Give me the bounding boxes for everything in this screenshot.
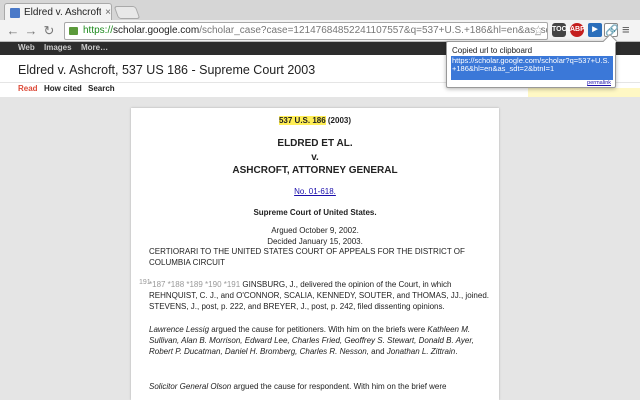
counsel-last-name: Jonathan L. Zittrain [386, 347, 456, 356]
close-icon[interactable]: × [105, 7, 111, 18]
tab-eldred[interactable]: Eldred v. Ashcroft, 537 × [4, 3, 112, 21]
lock-icon [69, 27, 78, 35]
popup-title: Copied url to clipboard [452, 46, 533, 55]
new-tab-button[interactable] [113, 6, 141, 19]
browser-toolbar: ← → ↻ https://scholar.google.com/scholar… [0, 20, 640, 42]
adblock-icon[interactable]: ABP [570, 23, 585, 37]
popup-url-field[interactable]: https://scholar.google.com/scholar?q=537… [451, 56, 613, 80]
respondent-counsel-name: Solicitor General Olson [149, 382, 232, 391]
subnav-read[interactable]: Read [18, 84, 38, 93]
respondent-counsel-text: argued the cause for respondent. With hi… [231, 382, 447, 391]
counsel-and: and [368, 347, 387, 356]
counsel-respondent-paragraph: Solicitor General Olson argued the cause… [149, 381, 489, 392]
extension-blue-icon[interactable]: ▶ [588, 23, 602, 37]
tab-title: Eldred v. Ashcroft, 537 [24, 7, 102, 18]
counsel-end: . [455, 347, 458, 356]
gbar-more-link[interactable]: More… [81, 43, 108, 52]
party-respondent: ASHCROFT, ATTORNEY GENERAL [232, 165, 398, 176]
gbar-web-link[interactable]: Web [18, 43, 35, 52]
gbar-images-link[interactable]: Images [44, 43, 72, 52]
citation-highlight: 537 U.S. 186 [278, 116, 326, 125]
back-icon[interactable]: ← [6, 23, 20, 39]
party-versus: v. [311, 152, 319, 163]
case-citation: 537 U.S. 186 (2003) [131, 116, 499, 125]
party-petitioner: ELDRED ET AL. [277, 138, 353, 149]
extension-tools-icon[interactable]: TOOL [552, 23, 571, 37]
counsel-petitioners-paragraph: Lawrence Lessig argued the cause for pet… [149, 324, 489, 357]
copied-url-popup: Copied url to clipboard https://scholar.… [446, 33, 618, 88]
subnav-search[interactable]: Search [88, 84, 115, 93]
docket-link[interactable]: No. 01-618. [131, 187, 499, 196]
star-page-numbers: *187 *188 *189 *190 *191 [149, 280, 241, 289]
tab-strip: Eldred v. Ashcroft, 537 × [0, 0, 640, 21]
scholar-favicon-icon [10, 7, 20, 18]
opinion-paragraph: *187 *188 *189 *190 *191 GINSBURG, J., d… [149, 279, 489, 312]
page-title: Eldred v. Ashcroft, 537 US 186 - Supreme… [18, 63, 316, 77]
reload-icon[interactable]: ↻ [42, 23, 56, 39]
argued-date: Argued October 9, 2002. [271, 226, 359, 235]
url-path: /scholar_case?case=12147684852241107557&… [199, 25, 548, 36]
permalink-link[interactable]: permalink [587, 80, 611, 86]
counsel-text: argued the cause for petitioners. With h… [209, 325, 428, 334]
decided-date: Decided January 15, 2003. [267, 237, 363, 246]
bookmark-star-icon[interactable]: ☆ [533, 23, 544, 37]
counsel-name: Lawrence Lessig [149, 325, 210, 334]
court-name: Supreme Court of United States. [253, 208, 377, 217]
menu-icon[interactable]: ≡ [622, 22, 630, 37]
url-scheme: https:// [83, 25, 114, 36]
certiorari-text: CERTIORARI TO THE UNITED STATES COURT OF… [149, 247, 465, 267]
forward-icon[interactable]: → [24, 23, 38, 39]
address-bar[interactable]: https://scholar.google.com/scholar_case?… [64, 22, 548, 40]
subnav-how-cited[interactable]: How cited [44, 84, 82, 93]
url-host: scholar.google.com [113, 25, 200, 36]
citation-year: (2003) [325, 116, 352, 125]
